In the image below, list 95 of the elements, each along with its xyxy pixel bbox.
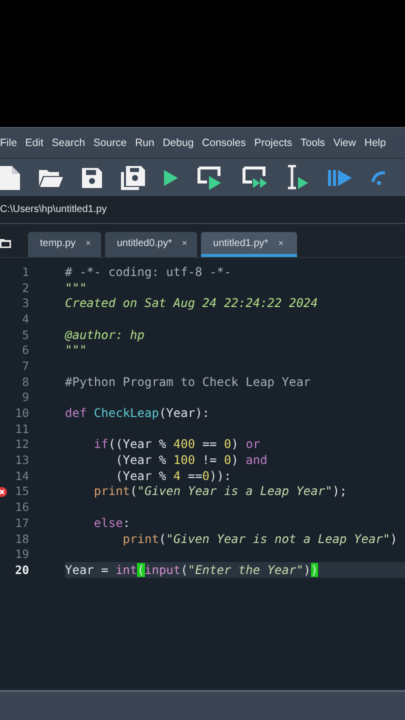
line-number: 15 <box>15 484 29 498</box>
matched-bracket: ) <box>310 562 318 577</box>
function-name: CheckLeap <box>94 406 159 420</box>
file-path: C:\Users\hp\untitled1.py <box>0 204 107 215</box>
tab-close-button[interactable]: × <box>278 238 284 248</box>
code-number: 4 <box>173 468 181 483</box>
code-editor[interactable] <box>0 257 405 690</box>
code-call: input <box>144 562 181 577</box>
code-text: ((Year % <box>108 437 168 452</box>
menu-item[interactable]: Search <box>48 137 90 149</box>
line-number: 1 <box>22 264 29 279</box>
line-number: 18 <box>15 532 29 546</box>
code-text: Year = <box>65 562 110 577</box>
menu-item[interactable]: Tools <box>296 137 330 149</box>
run-cell-icon[interactable] <box>197 166 223 190</box>
run-icon[interactable] <box>164 170 178 186</box>
menu-item[interactable]: Debug <box>158 137 198 149</box>
editor-tab[interactable]: untitled0.py* × <box>104 232 198 257</box>
line-number: 9 <box>22 390 29 404</box>
debug-icon[interactable] <box>328 170 352 186</box>
code-text: ); <box>332 484 347 498</box>
code-builtin: print <box>122 532 159 546</box>
menu-item[interactable]: File <box>0 137 22 149</box>
line-number: 19 <box>15 547 29 562</box>
line-number: 14 <box>15 468 29 483</box>
line-number: 4 <box>22 312 29 326</box>
line-number: 17 <box>15 516 29 530</box>
line-number: 10 <box>15 406 29 420</box>
open-folder-icon[interactable] <box>39 168 63 188</box>
code-number: 0 <box>224 453 232 468</box>
menu-item[interactable]: Consoles <box>198 137 250 149</box>
docstring-text: """ <box>65 280 87 295</box>
code-text: ( <box>158 532 166 546</box>
code-keyword: or <box>246 437 260 452</box>
code-text: (Year): <box>158 406 210 420</box>
folder-icon[interactable] <box>0 238 11 248</box>
code-text: : <box>122 516 130 530</box>
menu-item[interactable]: View <box>329 137 360 149</box>
code-keyword: else <box>94 516 123 530</box>
string-literal: "Given Year is a Leap Year" <box>137 484 332 498</box>
save-all-icon[interactable] <box>121 166 145 190</box>
run-cell-advance-icon[interactable] <box>242 166 268 190</box>
line-number: 13 <box>15 453 29 468</box>
line-number: 12 <box>15 437 29 452</box>
matched-bracket: ( <box>137 562 144 577</box>
line-number: 7 <box>22 358 29 373</box>
save-icon[interactable] <box>82 168 102 188</box>
editor-tab[interactable]: untitled1.py* × <box>201 232 298 257</box>
code-keyword: and <box>246 453 268 468</box>
code-call: int <box>116 562 138 577</box>
code-text: == <box>202 437 218 452</box>
string-literal: "Given Year is not a Leap Year" <box>166 532 390 546</box>
line-number: 8 <box>22 374 29 389</box>
line-number: 6 <box>22 343 29 358</box>
code-builtin: print <box>94 484 130 498</box>
step-icon[interactable] <box>371 170 385 186</box>
tab-close-button[interactable]: × <box>182 238 188 248</box>
docstring-text: Created on Sat Aug 24 22:24:22 2024 <box>65 296 318 310</box>
menu-item[interactable]: Projects <box>250 137 296 149</box>
tab-close-button[interactable]: × <box>86 238 91 248</box>
docstring-text: @author: hp <box>65 328 144 342</box>
code-number: 100 <box>173 453 196 468</box>
menu-item[interactable]: Edit <box>21 137 48 149</box>
code-text: )): <box>210 468 232 483</box>
menu-item[interactable]: Source <box>89 137 131 149</box>
new-file-icon[interactable] <box>0 166 20 190</box>
code-number: 400 <box>173 437 196 452</box>
code-text: == <box>188 468 202 483</box>
code-text: ) <box>390 532 398 546</box>
menu-item[interactable]: Help <box>360 137 390 149</box>
code-text: (Year % <box>116 453 168 468</box>
code-comment: #Python Program to Check Leap Year <box>65 374 311 389</box>
code-comment: # -*- coding: utf-8 -*- <box>65 264 232 279</box>
code-text: != <box>202 453 218 468</box>
code-text: ( <box>130 484 138 498</box>
code-number: 0 <box>224 437 232 452</box>
code-text: (Year % <box>116 468 168 483</box>
editor-tab[interactable]: temp.py × <box>28 232 101 257</box>
docstring-text: """ <box>65 343 87 358</box>
line-number: 2 <box>22 280 29 295</box>
menu-item[interactable]: Run <box>130 137 159 149</box>
run-selection-icon[interactable] <box>287 164 309 190</box>
code-number: 0 <box>202 468 210 483</box>
line-number: 16 <box>15 500 29 514</box>
code-text: ) <box>231 453 240 468</box>
line-number: 11 <box>15 422 29 436</box>
line-number: 5 <box>22 328 29 342</box>
code-text: ( <box>180 562 188 577</box>
code-keyword: if <box>94 437 108 452</box>
code-text: ) <box>303 562 311 577</box>
code-keyword: def <box>65 406 87 420</box>
line-number: 20 <box>15 562 29 577</box>
line-number: 3 <box>22 296 29 310</box>
code-text: ) <box>231 437 240 452</box>
string-literal: "Enter the Year" <box>188 562 304 577</box>
